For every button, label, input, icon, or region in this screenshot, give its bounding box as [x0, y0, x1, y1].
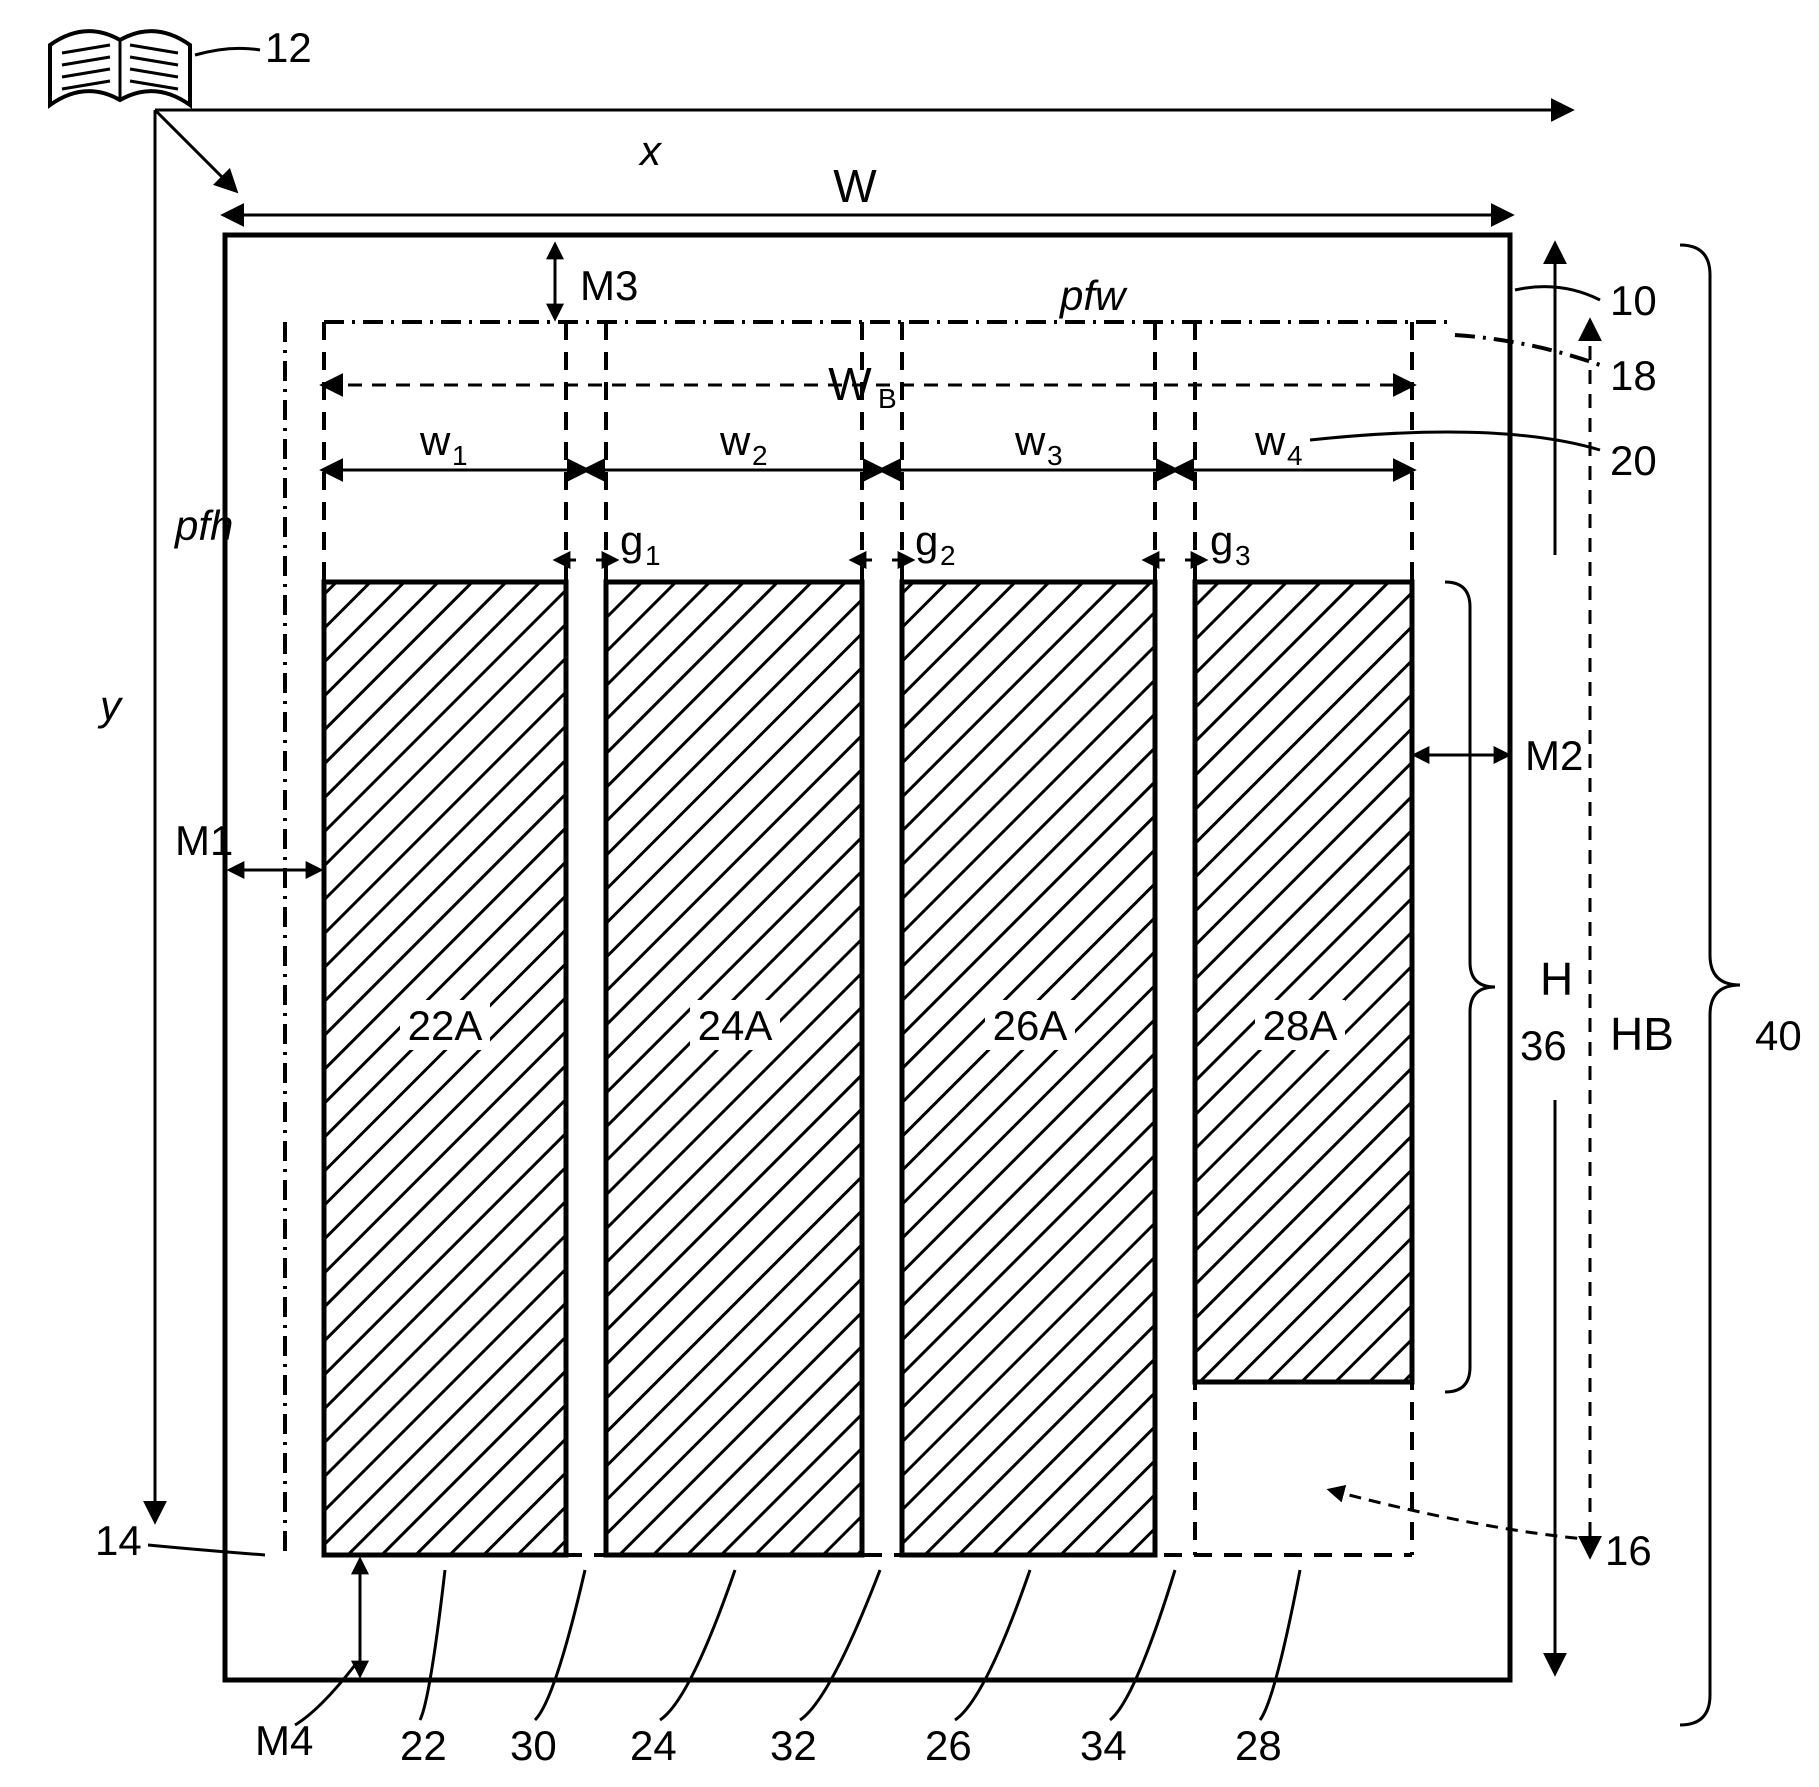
label-24A: 24A — [698, 1002, 773, 1049]
bottom-leaders: 22 30 24 32 26 34 28 — [400, 1570, 1300, 1769]
svg-text:g: g — [1210, 517, 1233, 564]
svg-text:w: w — [719, 417, 751, 464]
svg-text:g: g — [915, 517, 938, 564]
svg-text:32: 32 — [770, 1722, 817, 1769]
label-W: W — [833, 160, 877, 212]
label-w2: w2 — [719, 417, 768, 471]
label-w4: w4 — [1254, 417, 1303, 471]
label-12: 12 — [265, 24, 312, 71]
label-M3: M3 — [580, 262, 638, 309]
svg-text:28: 28 — [1235, 1722, 1282, 1769]
label-14: 14 — [95, 1517, 142, 1564]
svg-text:22: 22 — [400, 1722, 447, 1769]
col-22A — [324, 582, 566, 1555]
svg-text:30: 30 — [510, 1722, 557, 1769]
label-36: 36 — [1520, 1022, 1567, 1069]
svg-text:g: g — [620, 517, 643, 564]
svg-text:2: 2 — [940, 540, 956, 571]
svg-text:B: B — [878, 383, 897, 414]
label-20: 20 — [1610, 437, 1657, 484]
label-M1: M1 — [175, 817, 233, 864]
label-H: H — [1540, 953, 1573, 1005]
col-28A — [1195, 582, 1412, 1382]
svg-text:1: 1 — [645, 540, 661, 571]
svg-text:1: 1 — [452, 440, 468, 471]
label-pfh: pfh — [173, 502, 233, 549]
x-label: x — [638, 127, 663, 174]
label-40: 40 — [1755, 1012, 1802, 1059]
col-26A — [902, 582, 1155, 1555]
leader-M4 — [295, 1665, 355, 1725]
svg-text:26: 26 — [925, 1722, 972, 1769]
label-w3: w3 — [1014, 417, 1063, 471]
label-g2: g2 — [915, 517, 956, 571]
svg-text:3: 3 — [1235, 540, 1251, 571]
leader-10 — [1515, 287, 1600, 300]
svg-text:4: 4 — [1287, 440, 1303, 471]
leader-12 — [195, 48, 260, 55]
svg-text:w: w — [1254, 417, 1286, 464]
label-pfw: pfw — [1058, 272, 1128, 319]
label-g3: g3 — [1210, 517, 1251, 571]
label-16: 16 — [1605, 1527, 1652, 1574]
svg-text:34: 34 — [1080, 1722, 1127, 1769]
label-M4: M4 — [255, 1717, 313, 1764]
leader-14 — [148, 1545, 265, 1555]
svg-text:w: w — [419, 417, 451, 464]
origin-diagonal — [155, 110, 235, 190]
brace-40 — [1680, 245, 1740, 1725]
col-24A — [606, 582, 862, 1555]
label-M2: M2 — [1525, 732, 1583, 779]
label-10: 10 — [1610, 277, 1657, 324]
brace-H — [1445, 582, 1495, 1392]
label-22A: 22A — [408, 1002, 483, 1049]
label-w1: w1 — [419, 417, 468, 471]
label-26A: 26A — [993, 1002, 1068, 1049]
label-g1: g1 — [620, 517, 661, 571]
svg-text:W: W — [828, 358, 872, 410]
label-HB: HB — [1610, 1008, 1674, 1060]
book-icon — [50, 31, 190, 105]
label-18: 18 — [1610, 352, 1657, 399]
label-28A: 28A — [1263, 1002, 1338, 1049]
svg-text:w: w — [1014, 417, 1046, 464]
y-label: y — [97, 682, 124, 729]
leader-18 — [1455, 335, 1600, 365]
svg-text:3: 3 — [1047, 440, 1063, 471]
svg-text:2: 2 — [752, 440, 768, 471]
svg-text:24: 24 — [630, 1722, 677, 1769]
